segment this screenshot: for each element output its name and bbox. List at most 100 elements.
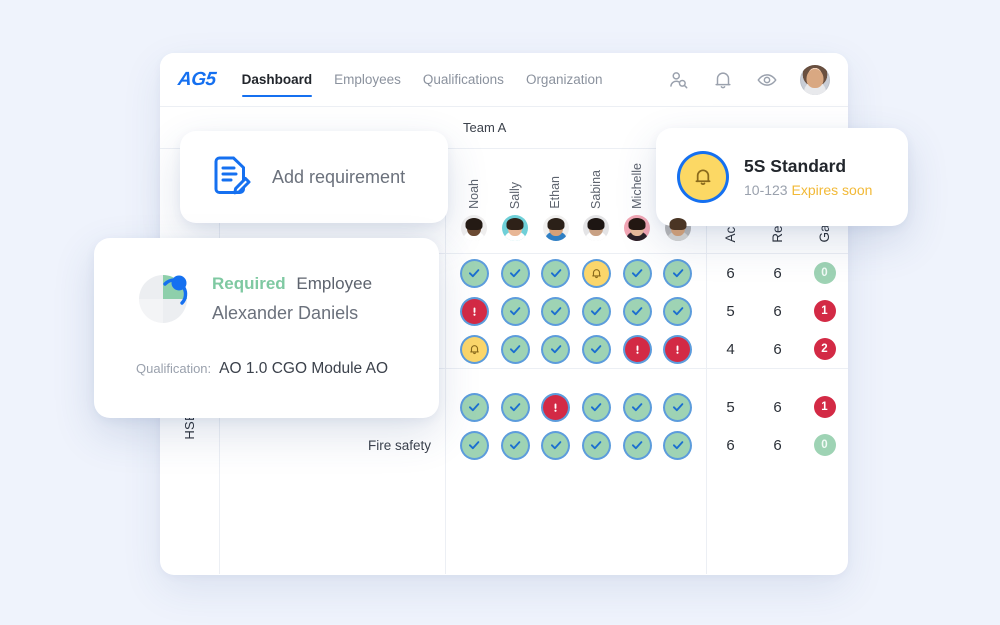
status-cell[interactable]	[495, 394, 536, 420]
status-cell[interactable]	[657, 260, 698, 286]
status-ok-icon[interactable]	[461, 432, 487, 458]
status-ok-icon[interactable]	[624, 432, 650, 458]
status-ok-icon[interactable]	[665, 432, 691, 458]
tab-dashboard[interactable]: Dashboard	[241, 53, 312, 106]
status-warning-icon[interactable]	[461, 336, 487, 362]
status-row	[446, 254, 706, 292]
status-ok-icon[interactable]	[543, 336, 569, 362]
stats-group-2: 5 6 1 6 6 0	[707, 368, 848, 464]
tab-employees[interactable]: Employees	[334, 53, 401, 106]
status-cell[interactable]	[535, 260, 576, 286]
status-cell[interactable]	[617, 432, 658, 458]
status-alert-icon[interactable]	[665, 336, 691, 362]
status-ok-icon[interactable]	[461, 394, 487, 420]
qualification-label: Qualification:	[136, 361, 212, 376]
stats-group-1: 6 6 0 5 6 1 4 6 2	[707, 254, 848, 368]
eye-icon[interactable]	[756, 69, 778, 91]
status-cell[interactable]	[535, 432, 576, 458]
person-header-noah[interactable]: Noah	[454, 179, 495, 241]
status-ok-icon[interactable]	[461, 260, 487, 286]
status-ok-icon[interactable]	[583, 432, 609, 458]
person-header-sally[interactable]: Sally	[495, 182, 536, 241]
person-search-icon[interactable]	[668, 69, 690, 91]
status-cell[interactable]	[657, 298, 698, 324]
gap-badge: 2	[813, 338, 836, 360]
person-header-sabina[interactable]: Sabina	[576, 170, 617, 241]
status-cell[interactable]	[495, 432, 536, 458]
status-alert-icon[interactable]	[543, 394, 569, 420]
status-cell[interactable]	[535, 394, 576, 420]
status-cell[interactable]	[576, 394, 617, 420]
status-cell[interactable]	[617, 260, 658, 286]
status-ok-icon[interactable]	[665, 260, 691, 286]
status-ok-icon[interactable]	[543, 432, 569, 458]
status-ok-icon[interactable]	[624, 298, 650, 324]
status-ok-icon[interactable]	[502, 336, 528, 362]
status-grid-group-1	[446, 254, 706, 368]
status-ok-icon[interactable]	[624, 260, 650, 286]
status-cell[interactable]	[657, 394, 698, 420]
status-alert-icon[interactable]	[624, 336, 650, 362]
person-header-michelle[interactable]: Michelle	[617, 163, 658, 241]
add-requirement-label: Add requirement	[272, 166, 406, 187]
status-cell[interactable]	[657, 432, 698, 458]
tab-qualifications[interactable]: Qualifications	[423, 53, 504, 106]
gap-badge: 0	[813, 262, 836, 284]
add-requirement-card[interactable]: Add requirement	[180, 131, 448, 223]
status-cell[interactable]	[535, 298, 576, 324]
status-ok-icon[interactable]	[665, 298, 691, 324]
status-cell[interactable]	[617, 394, 658, 420]
status-alert-icon[interactable]	[461, 298, 487, 324]
qualification-value: AO 1.0 CGO Module AO	[219, 360, 389, 377]
status-warning-icon[interactable]	[583, 260, 609, 286]
required-value: 6	[773, 302, 782, 320]
status-cell[interactable]	[576, 298, 617, 324]
stats-row: 5 6 1	[707, 292, 848, 330]
standard-notification-card[interactable]: 5S Standard 10-123 Expires soon	[656, 128, 908, 226]
nav-links: Dashboard Employees Qualifications Organ…	[241, 53, 603, 106]
achieved-value: 6	[726, 436, 735, 454]
status-cell[interactable]	[495, 298, 536, 324]
gap-cell: 0	[801, 262, 848, 284]
status-cell[interactable]	[454, 336, 495, 362]
status-cell[interactable]	[576, 432, 617, 458]
status-ok-icon[interactable]	[543, 298, 569, 324]
status-ok-icon[interactable]	[502, 260, 528, 286]
status-row	[446, 426, 706, 464]
status-ok-icon[interactable]	[583, 394, 609, 420]
required-value: 6	[773, 340, 782, 358]
avatar	[502, 215, 528, 241]
status-cell[interactable]	[535, 336, 576, 362]
person-header-ethan[interactable]: Ethan	[535, 176, 576, 241]
status-ok-icon[interactable]	[583, 336, 609, 362]
status-ok-icon[interactable]	[502, 394, 528, 420]
bell-icon[interactable]	[712, 69, 734, 91]
table-row[interactable]: Fire safety	[220, 426, 445, 464]
user-avatar[interactable]	[800, 64, 830, 95]
stats-row: 5 6 1	[707, 388, 848, 426]
required-employee-card[interactable]: Required Employee Alexander Daniels Qual…	[94, 238, 439, 418]
status-ok-icon[interactable]	[543, 260, 569, 286]
status-row	[446, 388, 706, 426]
status-cell[interactable]	[454, 394, 495, 420]
ag5-logo[interactable]: AG5	[177, 69, 217, 91]
status-cell[interactable]	[576, 260, 617, 286]
status-cell[interactable]	[657, 336, 698, 362]
tab-organization[interactable]: Organization	[526, 53, 603, 106]
status-cell[interactable]	[617, 336, 658, 362]
status-cell[interactable]	[617, 298, 658, 324]
status-ok-icon[interactable]	[502, 432, 528, 458]
gap-cell: 1	[801, 300, 848, 322]
required-label: Required	[212, 274, 286, 293]
status-cell[interactable]	[495, 260, 536, 286]
status-cell[interactable]	[454, 298, 495, 324]
stats-row: 6 6 0	[707, 426, 848, 464]
status-cell[interactable]	[454, 432, 495, 458]
status-cell[interactable]	[576, 336, 617, 362]
status-ok-icon[interactable]	[583, 298, 609, 324]
status-cell[interactable]	[495, 336, 536, 362]
status-ok-icon[interactable]	[624, 394, 650, 420]
status-ok-icon[interactable]	[665, 394, 691, 420]
status-cell[interactable]	[454, 260, 495, 286]
status-ok-icon[interactable]	[502, 298, 528, 324]
